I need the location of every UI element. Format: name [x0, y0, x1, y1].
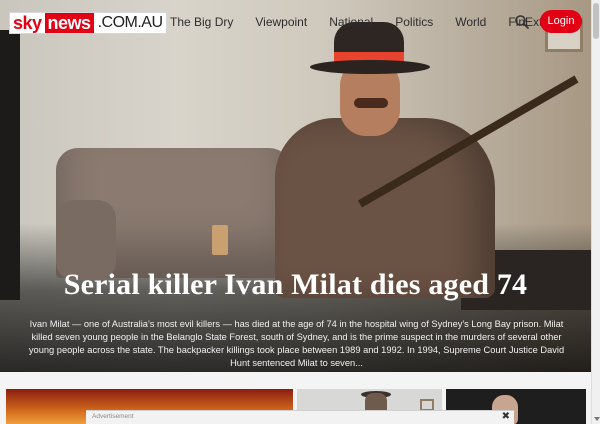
nav-item-world[interactable]: World [455, 14, 486, 30]
close-icon[interactable]: ✖ [502, 411, 510, 423]
nav-item-the-big-dry[interactable]: The Big Dry [170, 14, 233, 30]
nav-item-national[interactable]: National [329, 14, 373, 30]
advertisement-bar: Advertisement ✖ [86, 410, 514, 424]
hero-headline[interactable]: Serial killer Ivan Milat dies aged 74 [0, 268, 591, 302]
nav-item-viewpoint[interactable]: Viewpoint [255, 14, 307, 30]
page-viewport: Serial killer Ivan Milat dies aged 74 Iv… [0, 0, 591, 424]
hero-story[interactable]: Serial killer Ivan Milat dies aged 74 Iv… [0, 0, 591, 372]
logo-domain: .COM.AU [97, 14, 163, 31]
nav-item-politics[interactable]: Politics [395, 14, 433, 30]
site-logo[interactable]: sky news .COM.AU [9, 12, 167, 34]
scrollbar-thumb[interactable] [593, 3, 599, 39]
hero-summary: Ivan Milat — one of Australia's most evi… [28, 319, 565, 368]
login-button[interactable]: Login [540, 10, 582, 33]
page-scrollbar[interactable] [591, 0, 600, 424]
logo-sky: sky [13, 13, 42, 33]
site-header: sky news .COM.AU The Big Dry Viewpoint N… [0, 0, 591, 44]
advertisement-label: Advertisement [92, 413, 134, 420]
search-icon[interactable] [514, 14, 530, 30]
scroll-down-arrow-icon[interactable] [594, 417, 600, 421]
logo-news: news [44, 13, 94, 33]
